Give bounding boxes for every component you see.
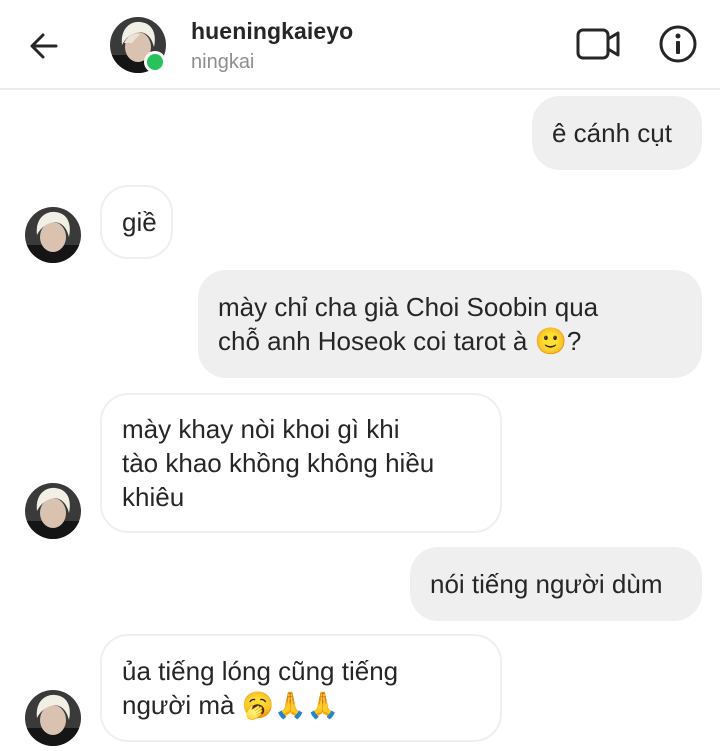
sender-avatar[interactable]: [25, 483, 81, 539]
video-call-button[interactable]: [574, 22, 622, 66]
message-text: nói tiếng người dùm: [430, 569, 663, 599]
chat-subtitle: ningkai: [191, 51, 255, 73]
message-text: ủa tiếng lóng cũng tiếng người mà 🥱🙏🙏: [122, 656, 399, 720]
info-icon: [659, 25, 697, 63]
conversation-info-button[interactable]: [654, 20, 702, 68]
arrow-left-icon: [30, 33, 58, 59]
online-status-indicator: [144, 51, 166, 73]
message-bubble-incoming[interactable]: giề: [100, 185, 173, 259]
sender-avatar[interactable]: [25, 207, 81, 263]
back-button[interactable]: [24, 26, 64, 66]
chat-header: hueningkaieyo ningkai: [0, 0, 720, 90]
sender-avatar[interactable]: [25, 690, 81, 746]
message-bubble-outgoing[interactable]: ê cánh cụt: [532, 96, 702, 170]
message-text: giề: [122, 207, 157, 237]
chat-username[interactable]: hueningkaieyo: [191, 18, 353, 45]
message-bubble-outgoing[interactable]: mày chỉ cha già Choi Soobin qua chỗ anh …: [198, 270, 702, 378]
message-text: mày chỉ cha già Choi Soobin qua chỗ anh …: [218, 292, 599, 356]
message-text: mày khay nòi khoi gì khi tào khao khồng …: [122, 414, 435, 512]
video-camera-icon: [576, 28, 620, 60]
message-text: ê cánh cụt: [552, 118, 672, 148]
message-bubble-incoming[interactable]: ủa tiếng lóng cũng tiếng người mà 🥱🙏🙏: [100, 634, 502, 742]
message-bubble-outgoing[interactable]: nói tiếng người dùm: [410, 547, 702, 621]
message-bubble-incoming[interactable]: mày khay nòi khoi gì khi tào khao khồng …: [100, 393, 502, 533]
